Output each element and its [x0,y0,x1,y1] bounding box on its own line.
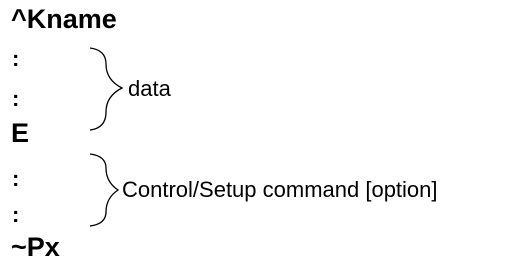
end-data-marker: E [11,118,30,148]
command-label: Control/Setup command [option] [122,177,438,202]
end-command: ~Px [11,232,60,262]
command-line-1: : [12,166,20,191]
command-line-2: : [12,202,20,227]
data-line-2: : [12,86,20,111]
data-label: data [128,76,171,101]
start-command: ^Kname [11,4,117,34]
data-line-1: : [12,46,20,71]
